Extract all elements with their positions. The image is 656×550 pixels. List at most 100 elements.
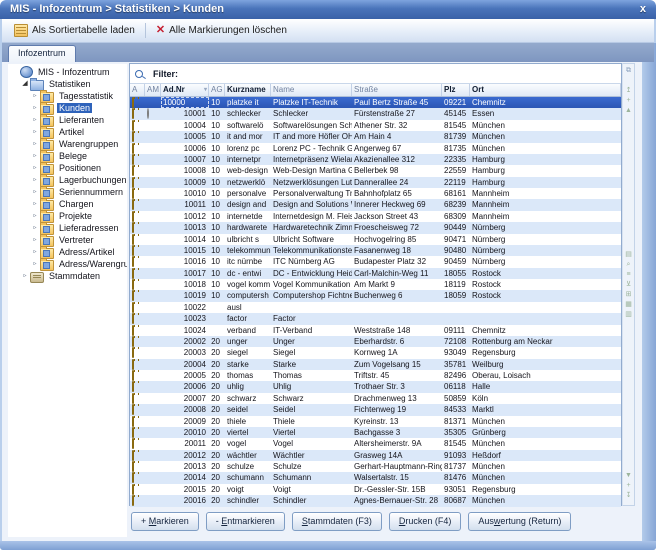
table-row[interactable]: 1001410ulbricht sUlbricht SoftwareHochvo… [130,234,621,245]
column-header-ort[interactable]: Ort [470,84,621,96]
scroll-to-bottom-icon[interactable]: ↧ [623,491,634,501]
column-header-am[interactable]: AM [145,84,161,96]
clear-marks-button[interactable]: ✕ Alle Markierungen löschen [150,23,293,38]
table-row[interactable]: 2001420schumannSchumannWalsertalstr. 158… [130,472,621,483]
stammdaten-button[interactable]: Stammdaten (F3) [292,512,382,531]
scroll-down-icon[interactable]: ▼ [623,471,634,481]
table-row[interactable]: 2000420starkeStarkeZum Vogelsang 1535781… [130,359,621,370]
table-row[interactable]: 2000720schwarzSchwarzDrachmenweg 1350859… [130,393,621,404]
expand-arrow-icon[interactable]: ▹ [20,270,30,282]
table-row[interactable]: 1001810vogel kommVogel Kommunikation OHG… [130,279,621,290]
table-row[interactable]: 1001010personalvePersonalverwaltung Tren… [130,188,621,199]
zoom-icon[interactable]: ⌕ [623,260,634,270]
table-row[interactable]: 1000710internetprInternetpräsenz Wieland… [130,154,621,165]
table-row[interactable]: 1000910netzwerklöNetzwerklösungen Lutz R… [130,177,621,188]
load-sorttable-button[interactable]: Als Sortiertabelle laden [8,22,141,39]
entmarkieren-button[interactable]: - Entmarkieren [206,512,285,531]
table-row[interactable]: 1000810web-designWeb-Design Martina Groß… [130,165,621,176]
tree-item-lieferanten[interactable]: ▹Lieferanten [8,114,127,126]
tree-item-tagesstatistik[interactable]: ▹Tagesstatistik [8,90,127,102]
card-view-icon[interactable]: ▤ [623,250,634,260]
expand-arrow-icon[interactable]: ▹ [30,246,40,258]
tree-item-mis-infozentrum[interactable]: MIS - Infozentrum [8,66,127,78]
expand-arrow-icon[interactable]: ▹ [30,90,40,102]
column-header-ag[interactable]: AG [209,84,225,96]
table-row[interactable]: 1000110schleckerSchleckerFürstenstraße 2… [130,108,621,119]
expand-arrow-icon[interactable]: ▹ [30,114,40,126]
tree-item-projekte[interactable]: ▹Projekte [8,210,127,222]
grid-b-icon[interactable]: ▥ [623,310,634,320]
table-row[interactable]: 2000620uhligUhligTrothaer Str. 306118Hal… [130,381,621,392]
tree-item-vertreter[interactable]: ▹Vertreter [8,234,127,246]
table-row[interactable]: 2001220wächtlerWächtlerGrasweg 14A91093H… [130,450,621,461]
expand-arrow-icon[interactable]: ▹ [30,150,40,162]
scroll-up-icon[interactable]: ▲ [623,106,634,116]
expand-arrow-icon[interactable]: ▹ [30,234,40,246]
tree-item-adress-warengruppen[interactable]: ▹Adress/Warengruppen [8,258,127,270]
table-row[interactable]: 1001110design andDesign and Solutions We… [130,199,621,210]
column-header-strasse[interactable]: Straße [352,84,442,96]
expand-arrow-icon[interactable]: ▹ [30,102,40,114]
table-row[interactable]: 2000520thomasThomasTriftstr. 4582496Ober… [130,370,621,381]
table-row[interactable]: 2000220ungerUngerEberhardstr. 672108Rott… [130,336,621,347]
tree-item-lagerbuchungen[interactable]: ▹Lagerbuchungen [8,174,127,186]
auswertung-button[interactable]: Auswertung (Return) [468,512,571,531]
drucken-button[interactable]: Drucken (F4) [389,512,462,531]
markieren-button[interactable]: + Markieren [131,512,199,531]
tree-item-warengruppen[interactable]: ▹Warengruppen [8,138,127,150]
expand-arrow-icon[interactable]: ▹ [30,126,40,138]
tree-item-adress-artikel[interactable]: ▹Adress/Artikel [8,246,127,258]
tree-item-chargen[interactable]: ▹Chargen [8,198,127,210]
expand-arrow-icon[interactable]: ▹ [30,198,40,210]
sort-down-icon[interactable]: ⊻ [623,280,634,290]
expand-arrow-icon[interactable]: ▹ [30,138,40,150]
tab-infozentrum[interactable]: Infozentrum [8,45,76,62]
table-row[interactable]: 1001610itc nürnbeITC Nürnberg AGBudapest… [130,256,621,267]
table-row[interactable]: 2001120vogelVogelAltersheimerstr. 9A8154… [130,438,621,449]
expand-arrow-icon[interactable]: ▹ [30,174,40,186]
table-row[interactable]: 1001210internetdeInternetdesign M. Fleis… [130,211,621,222]
table-row[interactable]: 1001710dc - entwiDC - Entwicklung Heidne… [130,268,621,279]
tree-item-lieferadressen[interactable]: ▹Lieferadressen [8,222,127,234]
table-row[interactable]: 2000320siegelSiegelKornweg 1A93049Regens… [130,347,621,358]
table-row[interactable]: 10023factorFactor [130,313,621,324]
table-row[interactable]: 2000820seidelSeidelFichtenweg 1984533Mar… [130,404,621,415]
table-row[interactable]: 1000610lorenz pcLorenz PC - Technik GmbH… [130,143,621,154]
table-row[interactable]: 1001510telekommunTelekommunikationstechn… [130,245,621,256]
column-header-a[interactable]: A [130,84,145,96]
list-view-icon[interactable]: ≡ [623,270,634,280]
scroll-to-top-icon[interactable]: ↥ [623,86,634,96]
tree-item-belege[interactable]: ▹Belege [8,150,127,162]
table-row[interactable]: 1000510it and morIT and more Höfler OHGA… [130,131,621,142]
expand-arrow-icon[interactable]: ▹ [30,210,40,222]
column-header-kurzname[interactable]: Kurzname [225,84,271,96]
expand-arrow-icon[interactable]: ▹ [30,186,40,198]
tree-item-kunden[interactable]: ▹Kunden [8,102,127,114]
table-row[interactable]: 1000010platzke itPlatzke IT-TechnikPaul … [130,97,621,108]
table-row[interactable]: 10024verbandIT-VerbandWeststraße 1480911… [130,325,621,336]
tree-item-seriennummern[interactable]: ▹Seriennummern [8,186,127,198]
table-row[interactable]: 2001020viertelViertelBachgasse 335305Grü… [130,427,621,438]
grid-a-icon[interactable]: ▦ [623,300,634,310]
collapse-arrow-icon[interactable]: ◢ [20,78,30,90]
column-header-name[interactable]: Name [271,84,352,96]
column-header-adnr[interactable]: Ad.Nr▾ [161,84,209,96]
table-row[interactable]: 2001520voigtVoigtDr.-Gessler-Str. 15B930… [130,484,621,495]
column-header-plz[interactable]: Plz [442,84,470,96]
column-chooser-icon[interactable]: ⧉ [623,66,634,76]
tree-item-positionen[interactable]: ▹Positionen [8,162,127,174]
tree-item-artikel[interactable]: ▹Artikel [8,126,127,138]
table-row[interactable]: 1000410softwarelöSoftwarelösungen Scholl… [130,120,621,131]
table-row[interactable]: 2000920thieleThieleKyreinstr. 1381371Mün… [130,416,621,427]
table-row[interactable]: 1001310hardwareteHardwaretechnik Zimmerm… [130,222,621,233]
close-icon[interactable]: x [640,0,646,19]
expand-arrow-icon[interactable]: ▹ [30,162,40,174]
filter-row[interactable]: Filter: [130,64,621,84]
append-row-icon[interactable]: + [623,481,634,491]
table-row[interactable]: 10022ausl [130,302,621,313]
layout-grid-icon[interactable]: ⊞ [623,290,634,300]
tree-item-stammdaten[interactable]: ▹Stammdaten [8,270,127,282]
expand-arrow-icon[interactable]: ▹ [30,258,40,270]
insert-row-icon[interactable]: + [623,96,634,106]
expand-arrow-icon[interactable]: ▹ [30,222,40,234]
